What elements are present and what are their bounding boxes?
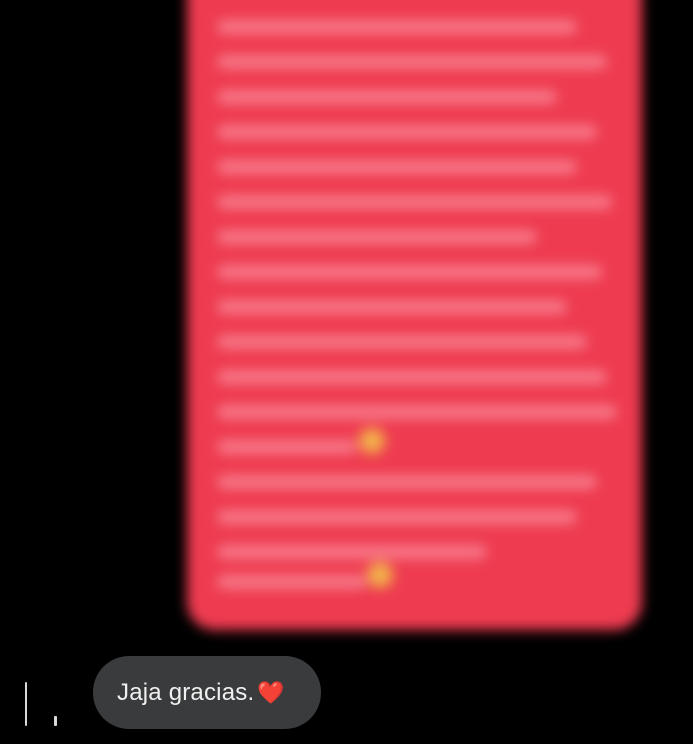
red-heart-icon: ❤️ (257, 681, 285, 706)
blurred-text-line (217, 230, 537, 244)
blurred-text-line (217, 160, 577, 174)
blurred-text-line (217, 475, 597, 489)
blurred-text-line (217, 440, 357, 454)
blurred-text-line (217, 405, 617, 419)
blurred-text-line (217, 55, 607, 69)
sent-message-bubble-blurred[interactable] (187, 0, 642, 630)
blurred-text-line (217, 545, 487, 559)
chat-thread: Jaja gracias. ❤️ (0, 0, 693, 744)
blurred-text-line (217, 370, 607, 384)
blurred-text-line (217, 335, 587, 349)
avatar[interactable] (22, 680, 60, 730)
received-message-bubble[interactable]: Jaja gracias. ❤️ (93, 656, 321, 729)
blurred-text-line (217, 125, 597, 139)
blurred-text-line (217, 265, 602, 279)
blurred-text-line (217, 20, 577, 34)
avatar-fragment-mark (54, 716, 57, 726)
blurred-text-line (217, 195, 612, 209)
blurred-text-line (217, 575, 367, 589)
blurred-text-line (217, 300, 567, 314)
received-message-text: Jaja gracias. (117, 678, 255, 706)
blurred-text-line (217, 90, 557, 104)
blurred-emoji-icon (359, 428, 385, 454)
blurred-emoji-icon (367, 562, 393, 588)
blurred-text-line (217, 510, 577, 524)
avatar-fragment-mark (25, 682, 27, 726)
